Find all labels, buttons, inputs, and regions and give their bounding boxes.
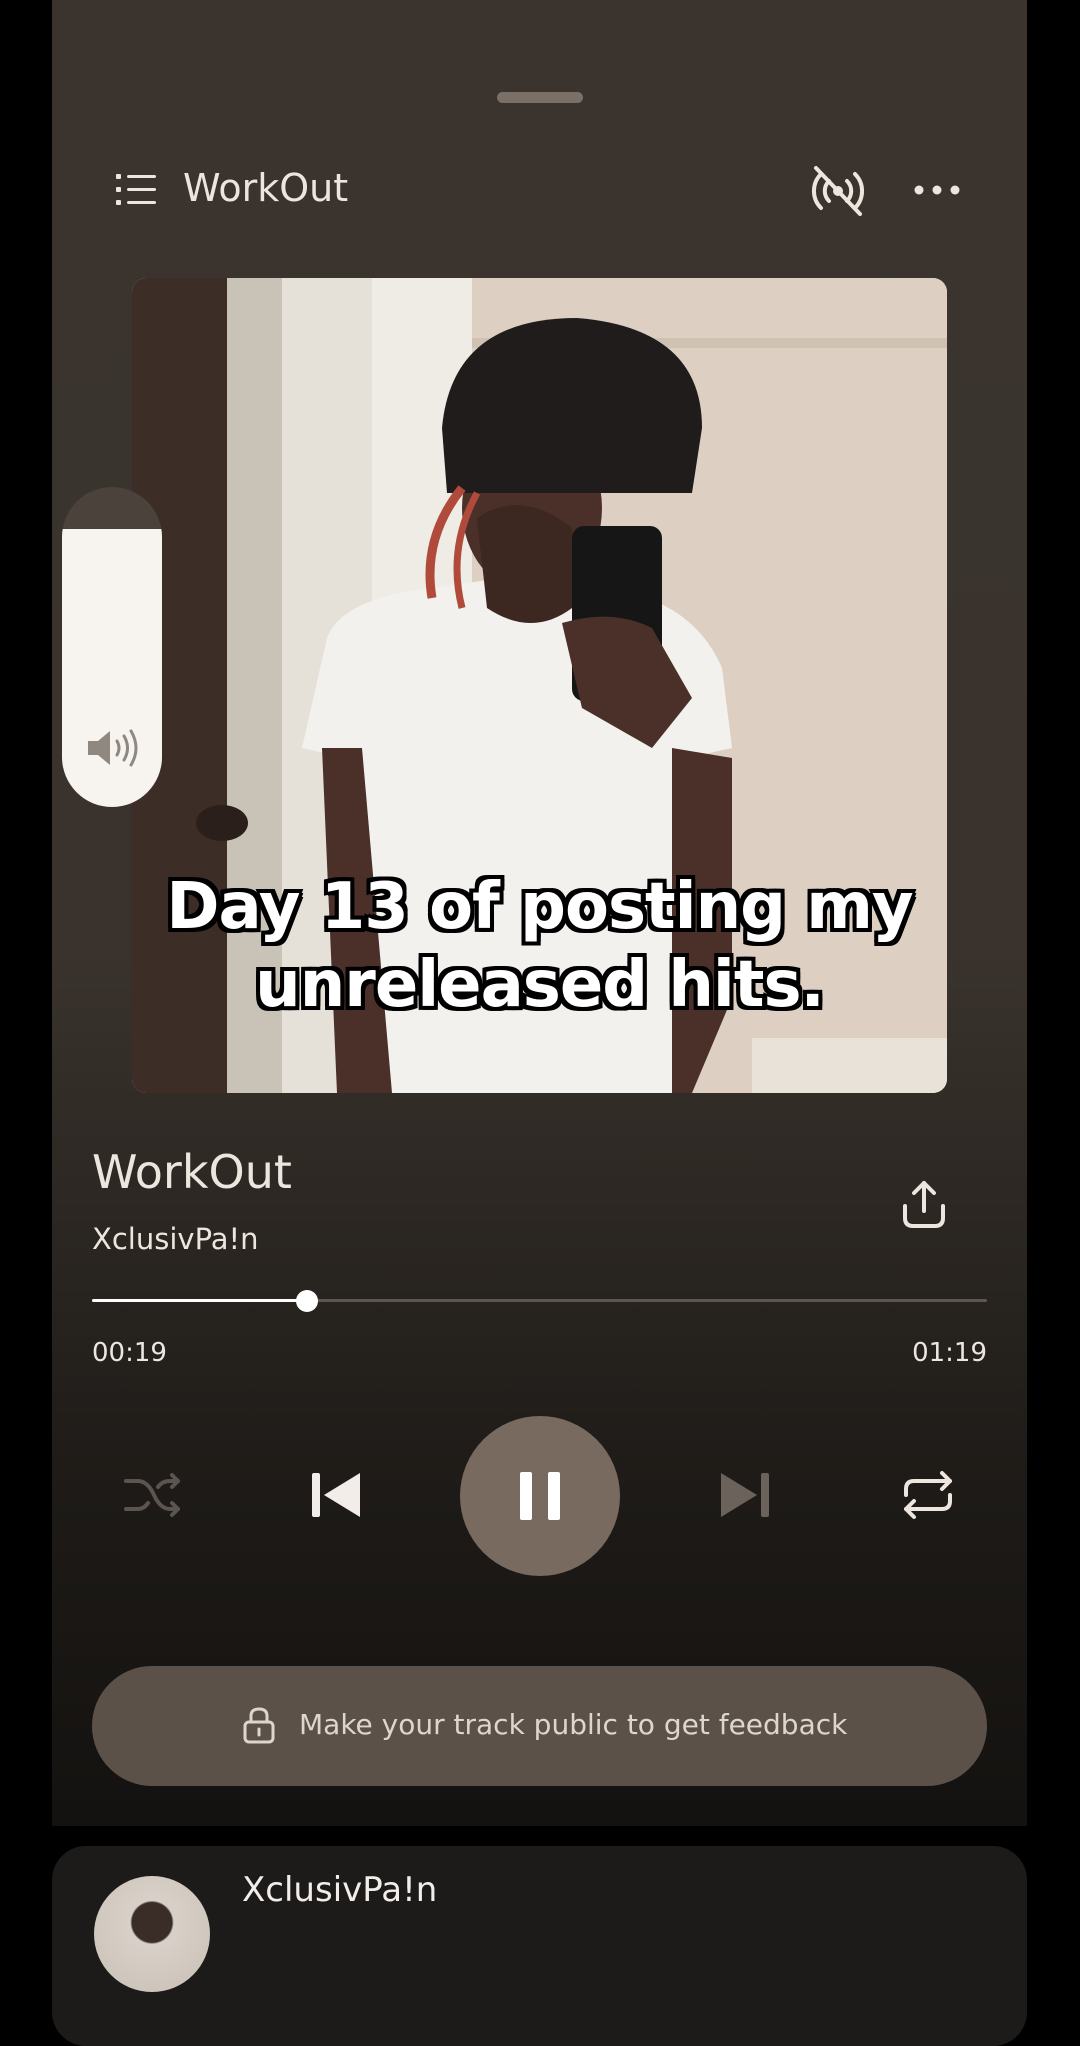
repeat-icon[interactable]: [898, 1467, 958, 1523]
pause-button[interactable]: [460, 1416, 620, 1576]
elapsed-time: 00:19: [92, 1338, 167, 1368]
progress-knob[interactable]: [295, 1290, 318, 1312]
artwork-caption: Day 13 of posting my unreleased hits.: [132, 868, 947, 1024]
total-duration: 01:19: [912, 1338, 987, 1368]
share-icon[interactable]: [897, 1178, 951, 1232]
comment-author[interactable]: XclusivPa!n: [242, 1870, 437, 1910]
caption-line-2: unreleased hits.: [255, 948, 825, 1022]
previous-icon[interactable]: [308, 1469, 364, 1521]
volume-slider[interactable]: [62, 487, 162, 807]
lock-icon: [243, 1707, 275, 1744]
caption-line-1: Day 13 of posting my: [166, 870, 913, 944]
album-artwork: Day 13 of posting my unreleased hits.: [132, 278, 947, 1093]
more-icon[interactable]: [913, 180, 961, 200]
player-sheet: WorkOut Day 13 of posting my unreleased …: [52, 0, 1027, 1826]
sheet-grabber-handle[interactable]: [497, 92, 583, 103]
make-public-label: Make your track public to get feedback: [299, 1708, 848, 1741]
speaker-icon: [88, 729, 138, 767]
avatar[interactable]: [94, 1876, 210, 1992]
playback-controls: [52, 1415, 1027, 1577]
make-public-button[interactable]: Make your track public to get feedback: [92, 1666, 987, 1786]
list-icon[interactable]: [116, 172, 156, 208]
cast-off-icon[interactable]: [808, 164, 868, 218]
progress-bar[interactable]: [92, 1290, 987, 1312]
track-artist[interactable]: XclusivPa!n: [92, 1222, 259, 1256]
top-bar: WorkOut: [52, 150, 1027, 230]
progress-fill: [92, 1299, 307, 1302]
comments-section: XclusivPa!n: [52, 1846, 1027, 2046]
next-icon[interactable]: [717, 1469, 773, 1521]
playlist-title[interactable]: WorkOut: [183, 166, 348, 210]
pause-icon: [520, 1472, 560, 1520]
shuffle-icon[interactable]: [122, 1467, 184, 1521]
track-title: WorkOut: [92, 1145, 292, 1199]
